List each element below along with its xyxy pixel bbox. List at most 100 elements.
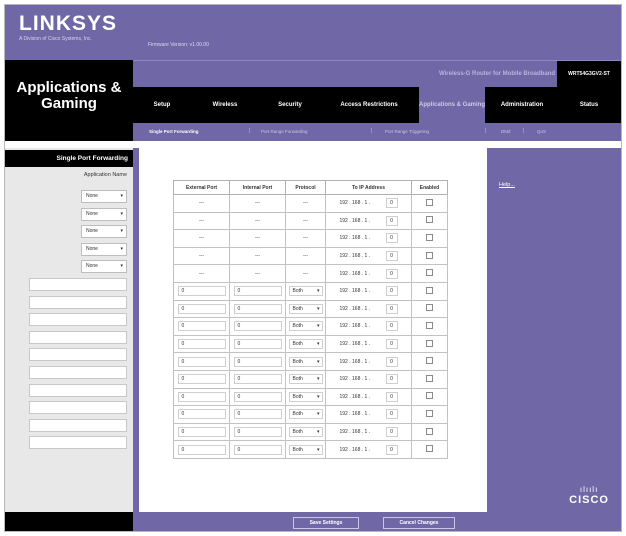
protocol-select[interactable]: Both ▾ bbox=[288, 339, 323, 350]
tab-security[interactable]: Security bbox=[259, 87, 321, 123]
enabled-checkbox[interactable] bbox=[426, 216, 433, 224]
table-row: --- --- --- 192 . 168 . 1 .0 bbox=[173, 211, 448, 231]
subtab-single-port-forwarding[interactable]: Single Port Forwarding bbox=[149, 129, 199, 134]
application-select[interactable]: None ▾ bbox=[81, 225, 127, 239]
subtab-port-range-forwarding[interactable]: Port Range Forwarding bbox=[261, 129, 308, 134]
ip-last-octet-input[interactable]: 0 bbox=[385, 427, 398, 438]
protocol-select[interactable]: Both ▾ bbox=[288, 321, 323, 332]
protocol-select[interactable]: Both ▾ bbox=[288, 303, 323, 314]
cancel-changes-button[interactable]: Cancel Changes bbox=[383, 517, 455, 529]
enabled-checkbox[interactable] bbox=[426, 374, 433, 382]
application-name-input[interactable] bbox=[29, 366, 127, 379]
footer-left bbox=[5, 512, 133, 531]
protocol-select[interactable]: Both ▾ bbox=[288, 444, 323, 455]
application-name-input[interactable] bbox=[29, 418, 127, 432]
ip-last-octet-input[interactable]: 0 bbox=[385, 321, 398, 332]
application-select[interactable]: None ▾ bbox=[81, 242, 127, 256]
ip-last-octet-input[interactable]: 0 bbox=[385, 356, 398, 367]
protocol-select[interactable]: Both ▾ bbox=[288, 391, 323, 402]
chevron-down-icon: ▾ bbox=[316, 393, 320, 400]
internal-port-input[interactable]: 0 bbox=[233, 409, 282, 420]
internal-port-input[interactable]: 0 bbox=[233, 356, 282, 367]
enabled-checkbox[interactable] bbox=[426, 409, 433, 417]
tab-status[interactable]: Status bbox=[557, 87, 621, 123]
enabled-checkbox[interactable] bbox=[426, 339, 433, 347]
external-port-input[interactable]: 0 bbox=[177, 321, 226, 332]
protocol-select[interactable]: Both ▾ bbox=[288, 286, 323, 297]
tab-applications-gaming[interactable]: Applications & Gaming bbox=[419, 87, 485, 123]
protocol-select[interactable]: Both ▾ bbox=[288, 427, 323, 438]
application-select[interactable]: None ▾ bbox=[81, 190, 127, 203]
internal-port-input[interactable]: 0 bbox=[233, 303, 282, 314]
application-name-input[interactable] bbox=[29, 383, 127, 397]
subtab-port-range-triggering[interactable]: Port Range Triggering bbox=[385, 129, 429, 134]
application-name-input[interactable] bbox=[29, 313, 127, 327]
enabled-checkbox[interactable] bbox=[426, 233, 433, 241]
external-port-input[interactable]: 0 bbox=[177, 286, 226, 297]
external-port-input[interactable]: 0 bbox=[177, 409, 226, 420]
ip-last-octet-input[interactable]: 0 bbox=[385, 391, 398, 402]
enabled-checkbox[interactable] bbox=[426, 304, 433, 312]
application-name-input[interactable] bbox=[29, 436, 127, 450]
application-name-input[interactable] bbox=[29, 348, 127, 362]
internal-port-input[interactable]: 0 bbox=[233, 374, 282, 385]
application-select[interactable]: None ▾ bbox=[81, 207, 127, 221]
external-port-input[interactable]: 0 bbox=[177, 427, 226, 438]
internal-port: --- bbox=[229, 211, 286, 231]
tab-access-restrictions[interactable]: Access Restrictions bbox=[321, 87, 417, 123]
ip-last-octet-input[interactable]: 0 bbox=[385, 339, 398, 350]
external-port-input[interactable]: 0 bbox=[177, 391, 226, 402]
internal-port-input[interactable]: 0 bbox=[233, 391, 282, 402]
cisco-logo: ılıılı CISCO bbox=[569, 486, 609, 507]
external-port-input[interactable]: 0 bbox=[177, 444, 226, 455]
tab-setup[interactable]: Setup bbox=[133, 87, 191, 123]
enabled-checkbox[interactable] bbox=[426, 198, 433, 206]
enabled-checkbox[interactable] bbox=[426, 286, 433, 294]
protocol-select[interactable]: Both ▾ bbox=[288, 356, 323, 367]
application-name-input[interactable] bbox=[29, 401, 127, 415]
subtab-separator: | bbox=[523, 128, 525, 134]
internal-port-input[interactable]: 0 bbox=[233, 444, 282, 455]
application-name-input[interactable] bbox=[29, 330, 127, 344]
external-port-input[interactable]: 0 bbox=[177, 303, 226, 314]
chevron-down-icon: ▾ bbox=[316, 305, 320, 312]
enabled-checkbox[interactable] bbox=[426, 251, 433, 259]
tab-wireless[interactable]: Wireless bbox=[191, 87, 259, 123]
application-select[interactable]: None ▾ bbox=[81, 260, 127, 274]
ip-last-octet-input[interactable]: 0 bbox=[385, 251, 398, 262]
ip-last-octet-input[interactable]: 0 bbox=[385, 268, 398, 279]
ip-last-octet-input[interactable]: 0 bbox=[385, 409, 398, 420]
application-name-input[interactable] bbox=[29, 295, 127, 309]
external-port: --- bbox=[173, 246, 230, 266]
ip-last-octet-input[interactable]: 0 bbox=[385, 233, 398, 244]
chevron-down-icon: ▾ bbox=[316, 358, 320, 365]
enabled-checkbox[interactable] bbox=[426, 445, 433, 453]
enabled-checkbox[interactable] bbox=[426, 427, 433, 435]
save-settings-button[interactable]: Save Settings bbox=[293, 517, 359, 529]
ip-last-octet-input[interactable]: 0 bbox=[385, 286, 398, 297]
internal-port-input[interactable]: 0 bbox=[233, 427, 282, 438]
help-link[interactable]: Help... bbox=[499, 182, 515, 188]
protocol-select[interactable]: Both ▾ bbox=[288, 409, 323, 420]
subtab-dmz[interactable]: DMZ bbox=[501, 129, 511, 134]
ip-last-octet-input[interactable]: 0 bbox=[385, 215, 398, 226]
enabled-checkbox[interactable] bbox=[426, 392, 433, 400]
enabled-checkbox[interactable] bbox=[426, 357, 433, 365]
internal-port-input[interactable]: 0 bbox=[233, 286, 282, 297]
enabled-checkbox[interactable] bbox=[426, 321, 433, 329]
internal-port-input[interactable]: 0 bbox=[233, 339, 282, 350]
table-header-row: External Port Internal Port Protocol To … bbox=[173, 180, 448, 195]
internal-port-input[interactable]: 0 bbox=[233, 321, 282, 332]
external-port-input[interactable]: 0 bbox=[177, 374, 226, 385]
ip-last-octet-input[interactable]: 0 bbox=[385, 374, 398, 385]
enabled-checkbox[interactable] bbox=[426, 269, 433, 277]
external-port-input[interactable]: 0 bbox=[177, 356, 226, 367]
ip-last-octet-input[interactable]: 0 bbox=[385, 198, 398, 209]
ip-last-octet-input[interactable]: 0 bbox=[385, 444, 398, 455]
ip-last-octet-input[interactable]: 0 bbox=[385, 303, 398, 314]
external-port-input[interactable]: 0 bbox=[177, 339, 226, 350]
tab-administration[interactable]: Administration bbox=[487, 87, 557, 123]
protocol-select[interactable]: Both ▾ bbox=[288, 374, 323, 385]
application-name-input[interactable] bbox=[29, 278, 127, 291]
subtab-qos[interactable]: QoS bbox=[537, 129, 546, 134]
